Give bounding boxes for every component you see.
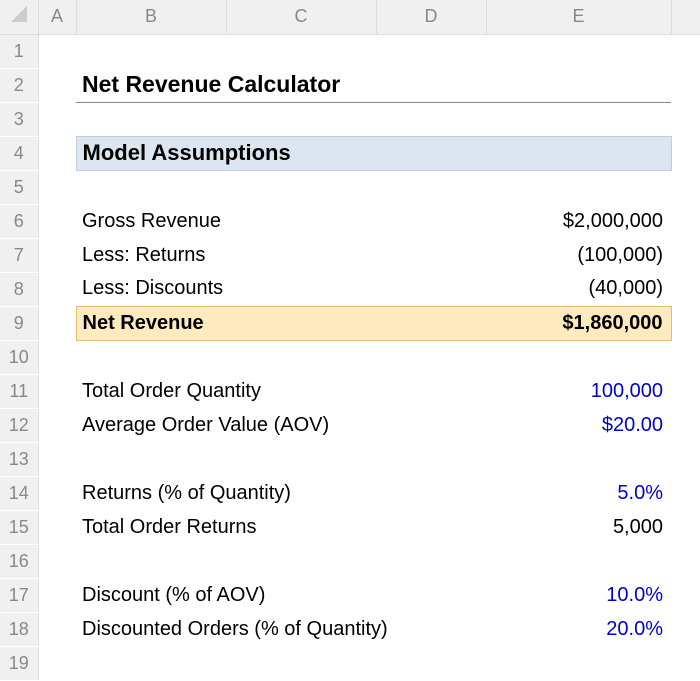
row-18: 18 Discounted Orders (% of Quantity) 20.… [0,612,700,646]
discount-pct-label[interactable]: Discount (% of AOV) [76,578,486,612]
gross-revenue-value[interactable]: $2,000,000 [486,204,671,238]
row-11: 11 Total Order Quantity 100,000 [0,374,700,408]
row-header-16[interactable]: 16 [0,544,38,578]
row-header-13[interactable]: 13 [0,442,38,476]
col-header-E[interactable]: E [486,0,671,34]
row-6: 6 Gross Revenue $2,000,000 [0,204,700,238]
returns-pct-value[interactable]: 5.0% [486,476,671,510]
gross-revenue-label[interactable]: Gross Revenue [76,204,376,238]
row-header-4[interactable]: 4 [0,136,38,170]
less-discounts-label[interactable]: Less: Discounts [76,272,376,306]
row-header-1[interactable]: 1 [0,34,38,68]
row-17: 17 Discount (% of AOV) 10.0% [0,578,700,612]
row-header-8[interactable]: 8 [0,272,38,306]
col-header-A[interactable]: A [38,0,76,34]
row-header-17[interactable]: 17 [0,578,38,612]
net-revenue-label[interactable]: Net Revenue [76,306,376,340]
row-12: 12 Average Order Value (AOV) $20.00 [0,408,700,442]
row-16: 16 [0,544,700,578]
section-header[interactable]: Model Assumptions [76,136,671,170]
column-header-row: A B C D E [0,0,700,34]
row-8: 8 Less: Discounts (40,000) [0,272,700,306]
row-header-6[interactable]: 6 [0,204,38,238]
row-2: 2 Net Revenue Calculator [0,68,700,102]
aov-value[interactable]: $20.00 [486,408,671,442]
net-revenue-value[interactable]: $1,860,000 [486,306,671,340]
row-header-9[interactable]: 9 [0,306,38,340]
row-7: 7 Less: Returns (100,000) [0,238,700,272]
col-header-D[interactable]: D [376,0,486,34]
row-15: 15 Total Order Returns 5,000 [0,510,700,544]
aov-label[interactable]: Average Order Value (AOV) [76,408,486,442]
row-13: 13 [0,442,700,476]
row-1: 1 [0,34,700,68]
row-19: 19 [0,646,700,680]
row-header-15[interactable]: 15 [0,510,38,544]
total-order-returns-label[interactable]: Total Order Returns [76,510,486,544]
row-4: 4 Model Assumptions [0,136,700,170]
row-header-11[interactable]: 11 [0,374,38,408]
discounted-orders-pct-label[interactable]: Discounted Orders (% of Quantity) [76,612,486,646]
row-header-5[interactable]: 5 [0,170,38,204]
total-order-qty-label[interactable]: Total Order Quantity [76,374,486,408]
discounted-orders-pct-value[interactable]: 20.0% [486,612,671,646]
corner-cell[interactable] [0,0,38,34]
row-header-3[interactable]: 3 [0,102,38,136]
total-order-returns-value[interactable]: 5,000 [486,510,671,544]
row-header-19[interactable]: 19 [0,646,38,680]
less-discounts-value[interactable]: (40,000) [486,272,671,306]
less-returns-label[interactable]: Less: Returns [76,238,376,272]
col-header-C[interactable]: C [226,0,376,34]
returns-pct-label[interactable]: Returns (% of Quantity) [76,476,486,510]
row-header-10[interactable]: 10 [0,340,38,374]
col-header-next[interactable] [671,0,700,34]
discount-pct-value[interactable]: 10.0% [486,578,671,612]
row-3: 3 [0,102,700,136]
row-5: 5 [0,170,700,204]
row-9: 9 Net Revenue $1,860,000 [0,306,700,340]
row-header-14[interactable]: 14 [0,476,38,510]
title-cell[interactable]: Net Revenue Calculator [76,68,671,102]
row-header-7[interactable]: 7 [0,238,38,272]
row-header-2[interactable]: 2 [0,68,38,102]
row-header-12[interactable]: 12 [0,408,38,442]
row-14: 14 Returns (% of Quantity) 5.0% [0,476,700,510]
spreadsheet-grid[interactable]: A B C D E 1 2 Net Revenue Calculator 3 4… [0,0,700,681]
row-10: 10 [0,340,700,374]
row-header-18[interactable]: 18 [0,612,38,646]
col-header-B[interactable]: B [76,0,226,34]
less-returns-value[interactable]: (100,000) [486,238,671,272]
total-order-qty-value[interactable]: 100,000 [486,374,671,408]
